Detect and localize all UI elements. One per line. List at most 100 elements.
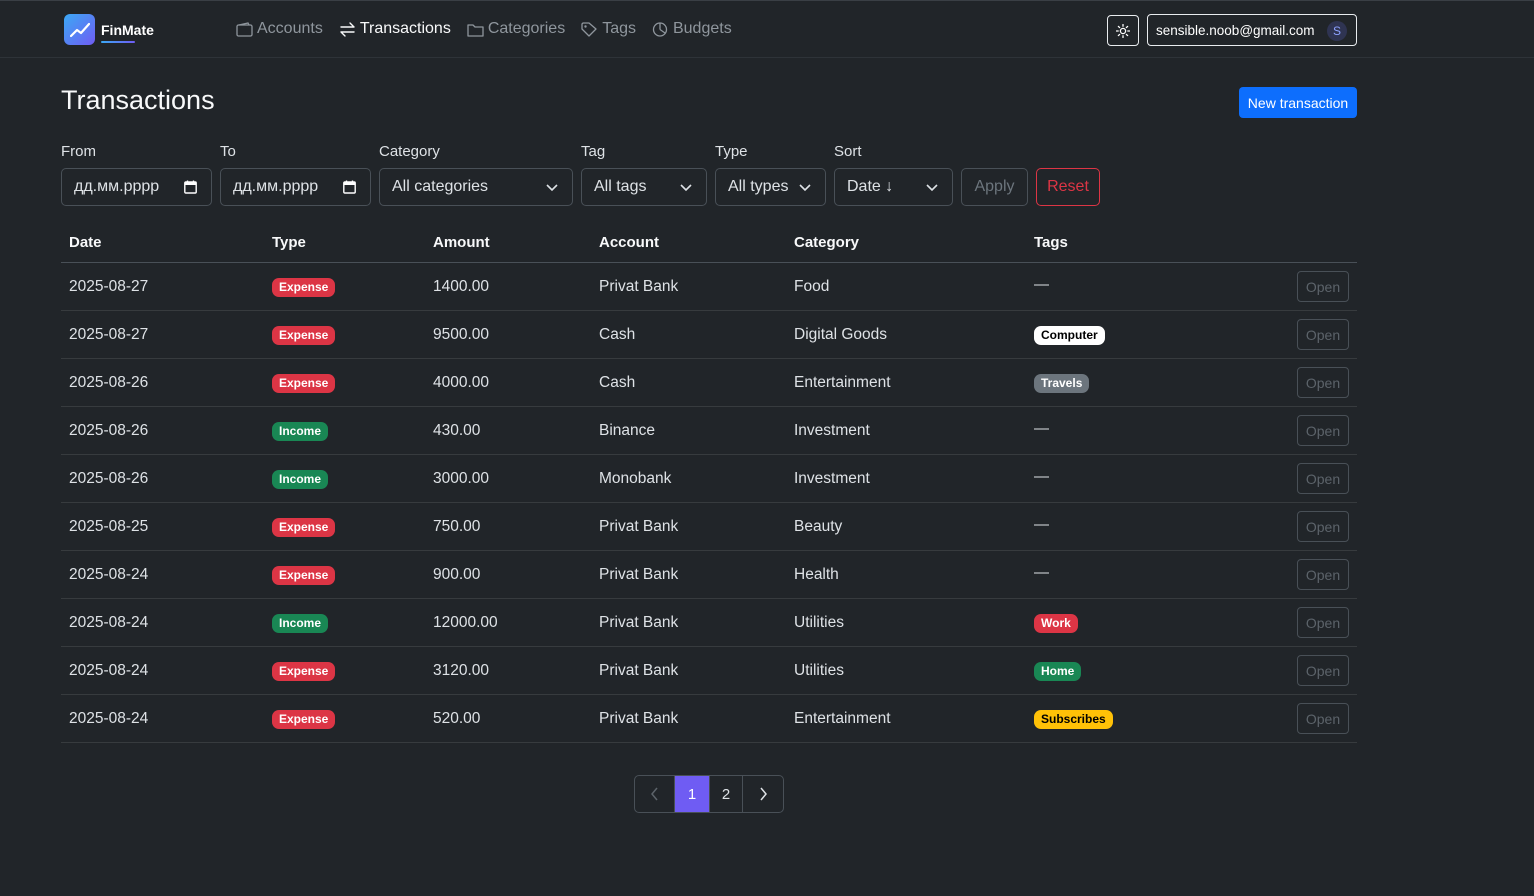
cell-amount: 900.00 <box>433 566 481 583</box>
cell-account: Privat Bank <box>599 566 679 583</box>
calendar-icon[interactable] <box>343 180 356 194</box>
calendar-icon[interactable] <box>184 180 197 194</box>
cell-amount: 1400.00 <box>433 278 490 295</box>
table-row: 2025-08-26 Income 3000.00 Monobank Investmen… <box>61 455 1357 503</box>
brand-name: FinMate <box>101 21 154 43</box>
sort-select[interactable]: Date ↓ <box>834 168 953 206</box>
apply-button[interactable]: Apply <box>961 168 1028 206</box>
col-header-tags: Tags <box>1034 234 1068 251</box>
cell-amount: 750.00 <box>433 518 481 535</box>
open-button[interactable]: Open <box>1297 655 1349 686</box>
tag-select[interactable]: All tags <box>581 168 707 206</box>
cell-date: 2025-08-24 <box>69 566 149 583</box>
cell-account: Privat Bank <box>599 662 679 679</box>
nav-transactions-label: Transactions <box>359 20 451 37</box>
from-date-input[interactable]: дд.мм.рррр <box>61 168 212 206</box>
nav-transactions[interactable]: Transactions <box>339 20 451 38</box>
main-nav: Accounts Transactions Categories Tags Bu… <box>236 20 748 38</box>
to-date-input[interactable]: дд.мм.рррр <box>220 168 371 206</box>
cell-date: 2025-08-24 <box>69 662 149 679</box>
open-button[interactable]: Open <box>1297 559 1349 590</box>
open-button[interactable]: Open <box>1297 511 1349 542</box>
col-header-category: Category <box>794 234 860 251</box>
next-page-button[interactable] <box>743 776 783 812</box>
table-row: 2025-08-27 Expense 9500.00 Cash Digital Good… <box>61 311 1357 359</box>
type-badge: Expense <box>272 326 336 345</box>
sort-select-value: Date ↓ <box>847 178 894 195</box>
open-button[interactable]: Open <box>1297 463 1349 494</box>
table-row: 2025-08-26 Expense 4000.00 Cash Entertainmen… <box>61 359 1357 407</box>
from-label: From <box>61 143 96 160</box>
table-header: Date Type Amount Account Category Tags <box>61 222 1357 263</box>
wallet-icon <box>236 21 253 37</box>
page-2-button[interactable]: 2 <box>710 776 743 812</box>
open-button[interactable]: Open <box>1297 607 1349 638</box>
reset-button[interactable]: Reset <box>1036 168 1100 206</box>
cell-amount: 3120.00 <box>433 662 490 679</box>
cell-category: Utilities <box>794 662 844 679</box>
nav-tags[interactable]: Tags <box>581 20 636 38</box>
user-menu-button[interactable]: sensible.noob@gmail.com S <box>1147 14 1357 46</box>
type-badge: Expense <box>272 710 336 729</box>
category-select[interactable]: All categories <box>379 168 573 206</box>
sort-label: Sort <box>834 143 862 160</box>
cell-amount: 430.00 <box>433 422 481 439</box>
nav-budgets[interactable]: Budgets <box>652 20 732 38</box>
table-row: 2025-08-26 Income 430.00 Binance Investment —… <box>61 407 1357 455</box>
tag-badge: Travels <box>1034 374 1090 393</box>
chevron-down-icon <box>799 184 811 192</box>
type-badge: Expense <box>272 662 336 681</box>
type-badge: Income <box>272 422 329 441</box>
nav-budgets-label: Budgets <box>672 20 732 37</box>
cell-account: Privat Bank <box>599 710 679 727</box>
cell-account: Cash <box>599 374 636 391</box>
new-transaction-button[interactable]: New transaction <box>1239 87 1357 118</box>
cell-account: Binance <box>599 422 656 439</box>
arrows-exchange-icon <box>340 21 355 37</box>
cell-date: 2025-08-27 <box>69 326 149 343</box>
cell-amount: 9500.00 <box>433 326 490 343</box>
theme-toggle-button[interactable] <box>1107 15 1139 46</box>
tag-select-value: All tags <box>594 178 647 195</box>
transactions-table: Date Type Amount Account Category Tags 2… <box>61 222 1357 743</box>
chevron-right-icon <box>760 787 767 801</box>
nav-categories-label: Categories <box>487 20 566 37</box>
pagination: 1 2 <box>634 775 784 813</box>
open-button[interactable]: Open <box>1297 367 1349 398</box>
nav-categories[interactable]: Categories <box>467 20 565 38</box>
prev-page-button[interactable] <box>635 776 675 812</box>
chevron-down-icon <box>680 184 692 192</box>
col-header-date: Date <box>69 234 102 251</box>
to-date-placeholder: дд.мм.рррр <box>233 178 319 195</box>
type-badge: Expense <box>272 566 336 585</box>
table-row: 2025-08-24 Income 12000.00 Privat Bank Utili… <box>61 599 1357 647</box>
nav-tags-label: Tags <box>602 20 636 37</box>
cell-date: 2025-08-26 <box>69 422 149 439</box>
cell-account: Cash <box>599 326 636 343</box>
cell-date: 2025-08-24 <box>69 614 149 631</box>
user-email: sensible.noob@gmail.com <box>1156 22 1315 38</box>
open-button[interactable]: Open <box>1297 271 1349 302</box>
top-navbar: FinMate Accounts Transactions Categories… <box>0 0 1534 58</box>
cell-category: Entertainment <box>794 374 891 391</box>
tag-badge: Work <box>1034 614 1078 633</box>
open-button[interactable]: Open <box>1297 703 1349 734</box>
col-header-amount: Amount <box>433 234 490 251</box>
table-row: 2025-08-25 Expense 750.00 Privat Bank Beauty… <box>61 503 1357 551</box>
page-1-button[interactable]: 1 <box>675 776 710 812</box>
cell-date: 2025-08-26 <box>69 470 149 487</box>
brand[interactable]: FinMate <box>64 14 154 45</box>
tag-label: Tag <box>581 143 606 160</box>
open-button[interactable]: Open <box>1297 319 1349 350</box>
nav-accounts[interactable]: Accounts <box>236 20 323 38</box>
cell-date: 2025-08-25 <box>69 518 149 535</box>
cell-account: Privat Bank <box>599 278 679 295</box>
type-select[interactable]: All types <box>715 168 826 206</box>
type-select-value: All types <box>728 178 789 195</box>
avatar: S <box>1327 21 1347 41</box>
cell-date: 2025-08-26 <box>69 374 149 391</box>
open-button[interactable]: Open <box>1297 415 1349 446</box>
to-label: To <box>220 143 236 160</box>
table-row: 2025-08-27 Expense 1400.00 Privat Bank Food —… <box>61 263 1357 311</box>
cell-amount: 3000.00 <box>433 470 490 487</box>
